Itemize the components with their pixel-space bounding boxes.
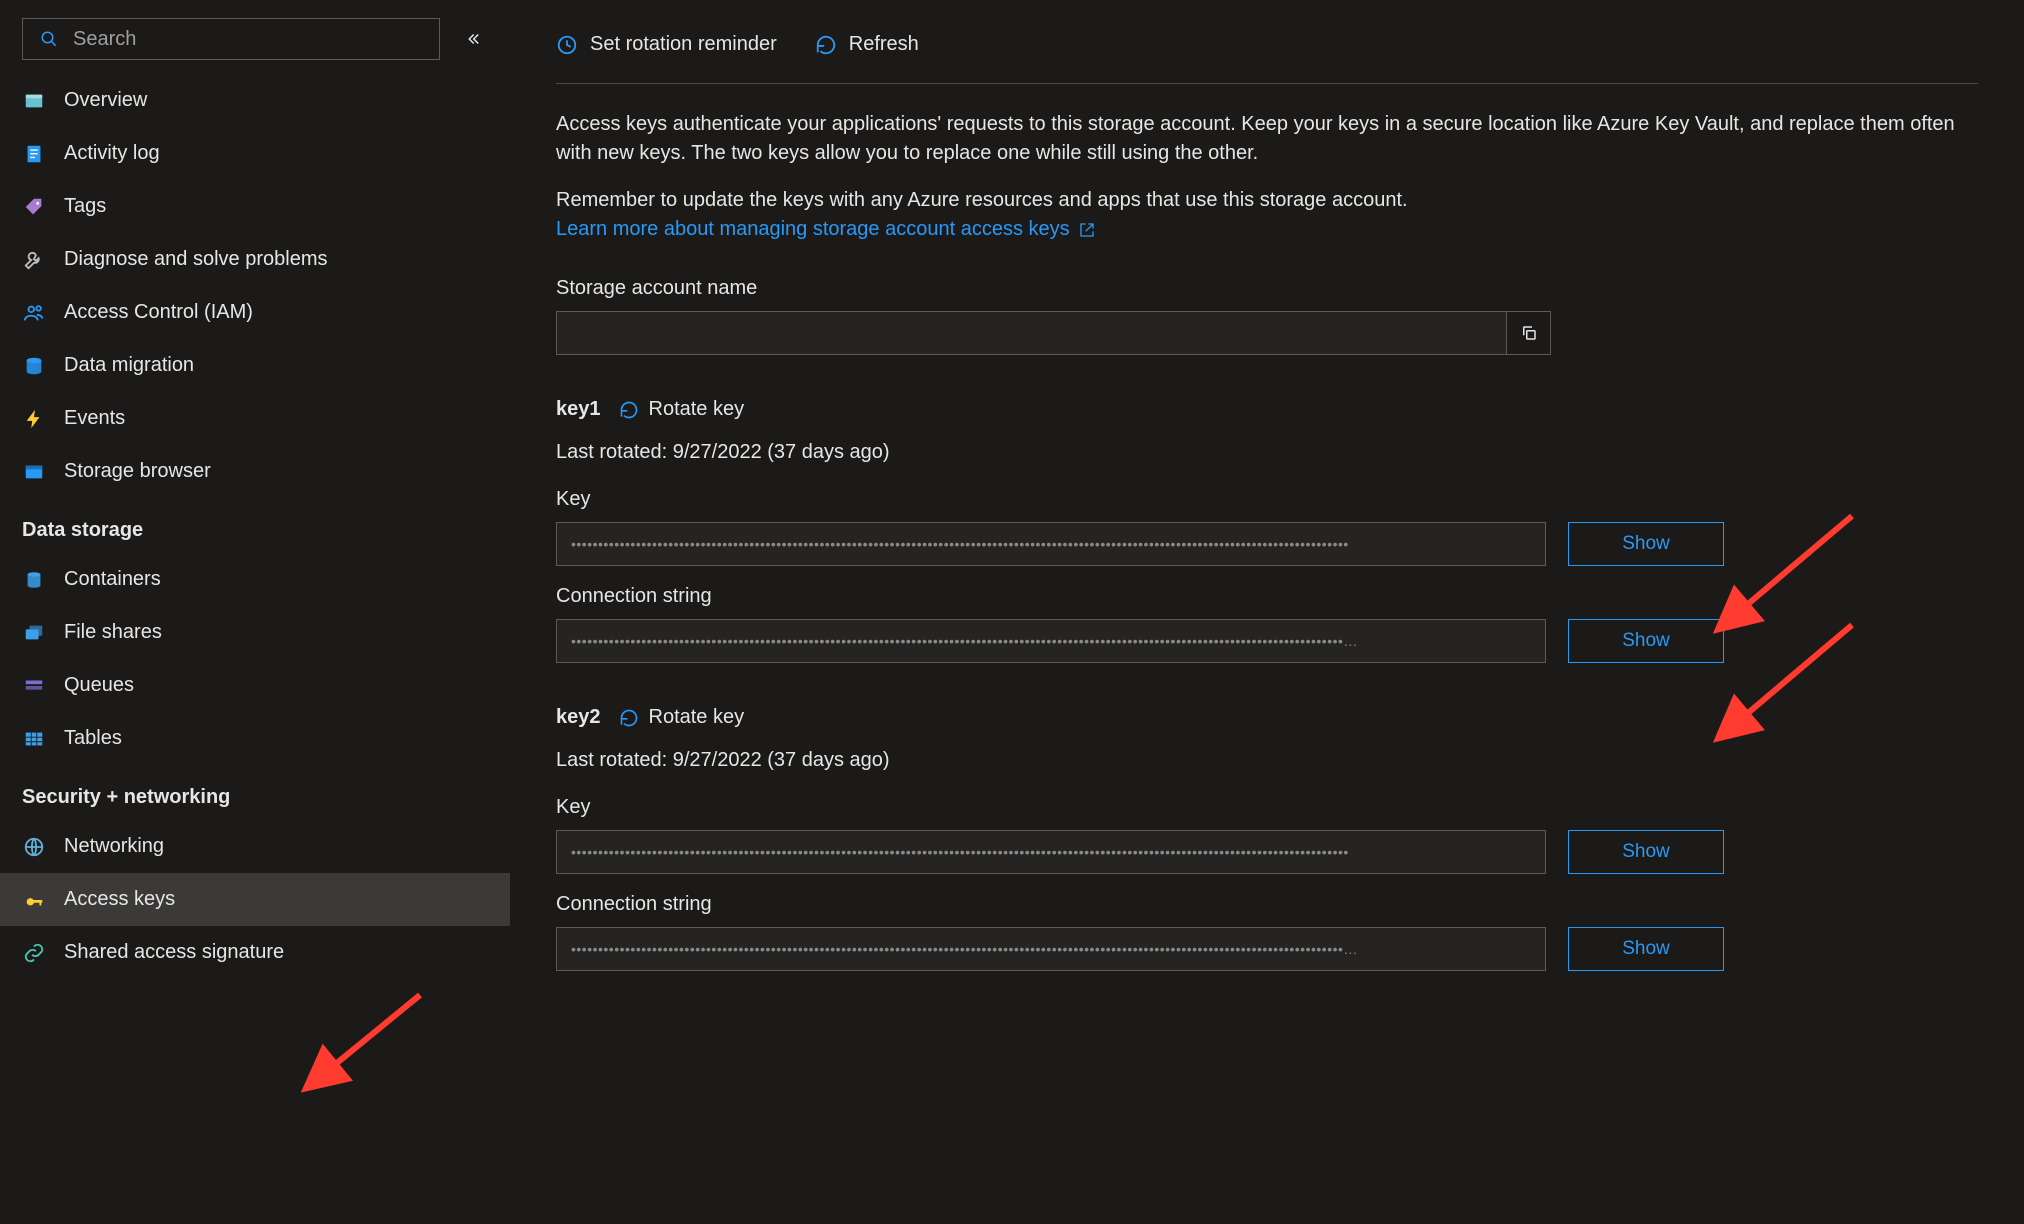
sidebar-item-label: Overview (64, 86, 147, 115)
sidebar-item-queues[interactable]: Queues (0, 659, 510, 712)
copy-account-name-button[interactable] (1507, 311, 1551, 355)
rotate-icon (619, 708, 639, 728)
sidebar-item-label: Events (64, 404, 125, 433)
sidebar-item-data-migration[interactable]: Data migration (0, 339, 510, 392)
external-link-icon (1079, 222, 1095, 238)
sidebar: Overview Activity log Tags Diagnose and sol… (0, 0, 510, 1224)
key-name: key2 (556, 703, 601, 732)
last-rotated-text: Last rotated: 9/27/2022 (37 days ago) (556, 746, 1978, 775)
search-icon (37, 27, 61, 51)
sidebar-item-file-shares[interactable]: File shares (0, 606, 510, 659)
key-name: key1 (556, 395, 601, 424)
sidebar-item-shared-access-signature[interactable]: Shared access signature (0, 926, 510, 979)
sidebar-item-events[interactable]: Events (0, 392, 510, 445)
set-rotation-label: Set rotation reminder (590, 30, 777, 59)
clock-icon (556, 34, 578, 56)
sidebar-item-networking[interactable]: Networking (0, 820, 510, 873)
collapse-sidebar-button[interactable] (458, 24, 488, 54)
key-value-input[interactable]: ••••••••••••••••••••••••••••••••••••••••… (556, 522, 1546, 566)
sidebar-item-access-keys[interactable]: Access keys (0, 873, 510, 926)
section-heading-security: Security + networking (0, 765, 510, 820)
last-rotated-text: Last rotated: 9/27/2022 (37 days ago) (556, 438, 1978, 467)
container-icon (22, 568, 46, 592)
bolt-icon (22, 407, 46, 431)
refresh-label: Refresh (849, 30, 919, 59)
search-input[interactable] (22, 18, 440, 60)
intro-paragraph-2: Remember to update the keys with any Azu… (556, 189, 1408, 211)
tag-icon (22, 195, 46, 219)
globe-icon (22, 835, 46, 859)
section-heading-data-storage: Data storage (0, 498, 510, 553)
intro-paragraph-1: Access keys authenticate your applicatio… (556, 110, 1978, 168)
sidebar-item-label: Access keys (64, 885, 175, 914)
sidebar-item-label: Networking (64, 832, 164, 861)
connection-string-label: Connection string (556, 582, 1978, 611)
table-icon (22, 727, 46, 751)
sidebar-item-overview[interactable]: Overview (0, 74, 510, 127)
queue-icon (22, 674, 46, 698)
link-icon (22, 941, 46, 965)
key-value-label: Key (556, 793, 1978, 822)
sidebar-item-label: Data migration (64, 351, 194, 380)
sidebar-item-containers[interactable]: Containers (0, 553, 510, 606)
rotate-key-button[interactable]: Rotate key (619, 395, 745, 424)
sidebar-item-label: Tags (64, 192, 106, 221)
show-connection-string-button[interactable]: Show (1568, 619, 1724, 663)
sidebar-item-label: Shared access signature (64, 938, 284, 967)
copy-icon (1520, 324, 1538, 342)
sidebar-item-storage-browser[interactable]: Storage browser (0, 445, 510, 498)
connection-string-label: Connection string (556, 890, 1978, 919)
sidebar-item-label: Tables (64, 724, 122, 753)
connection-string-input[interactable]: ••••••••••••••••••••••••••••••••••••••••… (556, 927, 1546, 971)
sidebar-item-label: File shares (64, 618, 162, 647)
sidebar-item-activity-log[interactable]: Activity log (0, 127, 510, 180)
sidebar-item-access-control-iam-[interactable]: Access Control (IAM) (0, 286, 510, 339)
key-value-label: Key (556, 485, 1978, 514)
main-content: Set rotation reminder Refresh Access key… (510, 0, 2024, 1224)
rotate-key-button[interactable]: Rotate key (619, 703, 745, 732)
wrench-icon (22, 248, 46, 272)
window-icon (22, 89, 46, 113)
show-connection-string-button[interactable]: Show (1568, 927, 1724, 971)
people-icon (22, 301, 46, 325)
sidebar-item-label: Access Control (IAM) (64, 298, 253, 327)
sidebar-item-label: Diagnose and solve problems (64, 245, 328, 274)
sidebar-item-label: Activity log (64, 139, 160, 168)
sidebar-item-diagnose-and-solve-problems[interactable]: Diagnose and solve problems (0, 233, 510, 286)
show-key-button[interactable]: Show (1568, 522, 1724, 566)
toolbar: Set rotation reminder Refresh (556, 30, 1978, 84)
storage-account-name-input[interactable] (556, 311, 1507, 355)
sidebar-item-label: Queues (64, 671, 134, 700)
storage-account-name-label: Storage account name (556, 274, 1978, 303)
browser-icon (22, 460, 46, 484)
intro-text: Access keys authenticate your applicatio… (556, 110, 1978, 244)
learn-more-link[interactable]: Learn more about managing storage accoun… (556, 218, 1095, 240)
rotate-key-label: Rotate key (649, 395, 745, 424)
sidebar-item-label: Containers (64, 565, 161, 594)
database-icon (22, 354, 46, 378)
key-value-input[interactable]: ••••••••••••••••••••••••••••••••••••••••… (556, 830, 1546, 874)
share-icon (22, 621, 46, 645)
rotate-key-label: Rotate key (649, 703, 745, 732)
log-icon (22, 142, 46, 166)
refresh-icon (815, 34, 837, 56)
rotate-icon (619, 400, 639, 420)
connection-string-input[interactable]: ••••••••••••••••••••••••••••••••••••••••… (556, 619, 1546, 663)
sidebar-item-tables[interactable]: Tables (0, 712, 510, 765)
show-key-button[interactable]: Show (1568, 830, 1724, 874)
key-icon (22, 888, 46, 912)
sidebar-item-label: Storage browser (64, 457, 211, 486)
refresh-button[interactable]: Refresh (815, 30, 919, 59)
sidebar-item-tags[interactable]: Tags (0, 180, 510, 233)
set-rotation-reminder-button[interactable]: Set rotation reminder (556, 30, 777, 59)
